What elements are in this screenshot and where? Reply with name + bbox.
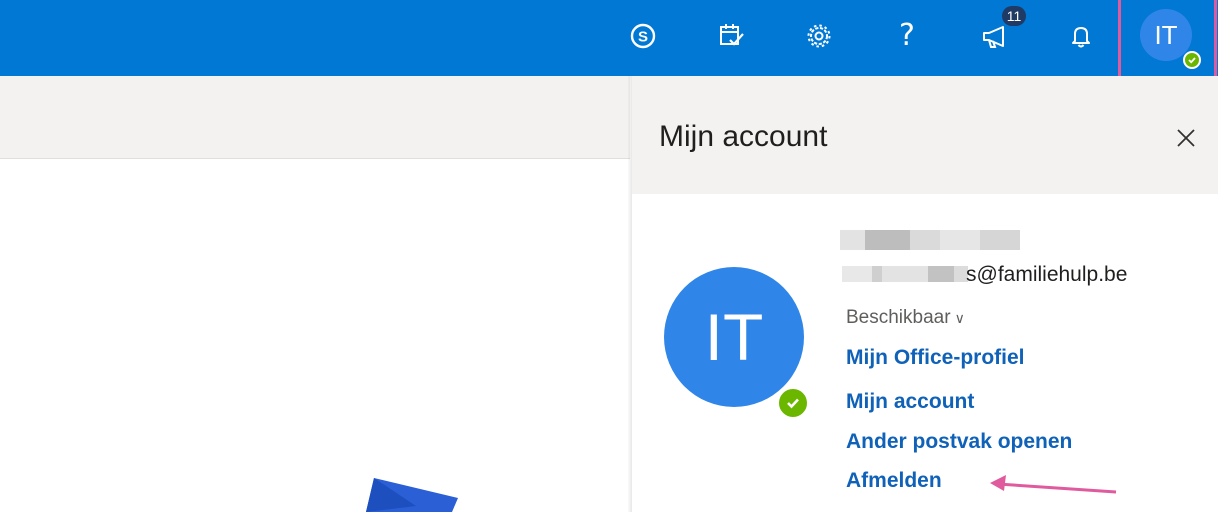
presence-available-icon <box>776 386 810 420</box>
gear-icon[interactable] <box>801 18 837 54</box>
presence-status-dropdown[interactable]: Beschikbaar ∨ <box>846 307 965 329</box>
link-office-profile[interactable]: Mijn Office-profiel <box>846 346 1025 370</box>
help-label: ? <box>899 18 915 53</box>
redacted-name <box>840 230 1020 250</box>
redacted-email-prefix <box>842 266 968 282</box>
envelope-illustration-icon <box>366 478 458 512</box>
link-sign-out[interactable]: Afmelden <box>846 469 942 493</box>
notification-badge: 11 <box>1002 6 1026 26</box>
annotation-arrow-icon <box>990 475 1117 494</box>
calendar-check-icon[interactable] <box>713 18 749 54</box>
panel-title: Mijn account <box>659 120 828 153</box>
link-my-account[interactable]: Mijn account <box>846 390 974 414</box>
help-icon[interactable]: ? <box>889 18 925 54</box>
skype-icon[interactable]: S <box>625 18 661 54</box>
svg-text:S: S <box>638 29 648 46</box>
account-email: s@familiehulp.be <box>966 263 1128 286</box>
highlight-box <box>1118 0 1217 81</box>
close-button[interactable] <box>1170 122 1202 154</box>
close-icon <box>1177 129 1195 147</box>
status-label: Beschikbaar <box>846 307 951 328</box>
link-open-other-mailbox[interactable]: Ander postvak openen <box>846 430 1072 454</box>
command-bar <box>0 76 630 159</box>
bell-icon[interactable] <box>1063 18 1099 54</box>
profile-avatar: IT <box>664 267 804 407</box>
top-bar: S ? <box>0 0 1218 76</box>
chevron-down-icon: ∨ <box>954 310 965 326</box>
panel-header: Mijn account <box>632 76 1218 194</box>
